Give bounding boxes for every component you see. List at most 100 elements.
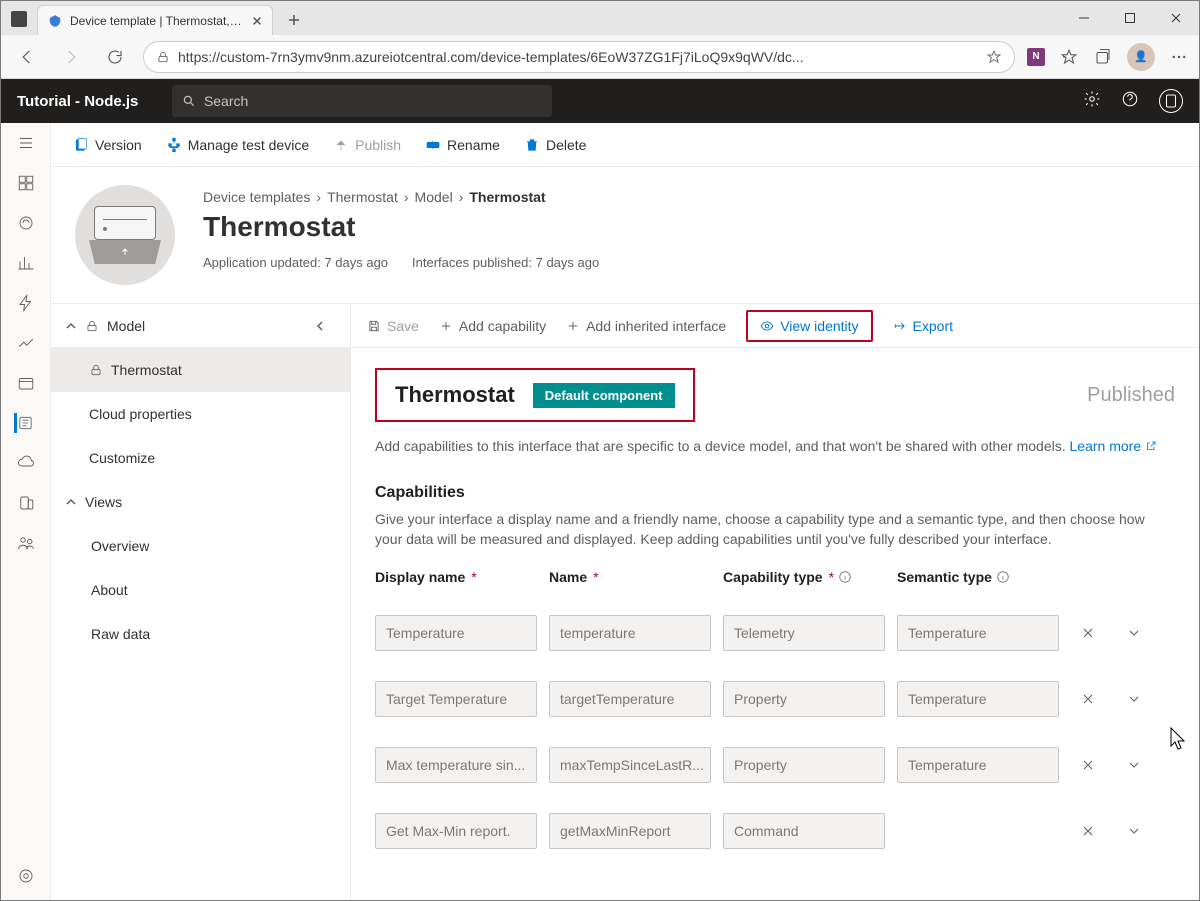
col-semantic-type: Semantic type bbox=[897, 569, 1059, 585]
cap-semantic-field[interactable]: Temperature bbox=[897, 747, 1059, 783]
version-button[interactable]: Version bbox=[73, 137, 142, 153]
tree-view-overview[interactable]: Overview bbox=[51, 524, 350, 568]
cap-display-field[interactable]: Target Temperature bbox=[375, 681, 537, 717]
settings-button[interactable] bbox=[1083, 90, 1101, 113]
capability-row: Temperature temperature Telemetry Temperatu… bbox=[375, 615, 1175, 651]
new-tab-button[interactable] bbox=[285, 11, 303, 29]
info-icon[interactable] bbox=[996, 570, 1010, 584]
rail-export-icon[interactable] bbox=[16, 453, 36, 473]
chevron-up-icon bbox=[65, 496, 77, 508]
tree-view-about[interactable]: About bbox=[51, 568, 350, 612]
rail-analytics-icon[interactable] bbox=[16, 253, 36, 273]
rail-users-icon[interactable] bbox=[16, 533, 36, 553]
crumb-1[interactable]: Thermostat bbox=[327, 189, 398, 205]
cap-type-field[interactable]: Telemetry bbox=[723, 615, 885, 651]
browser-tab[interactable]: Device template | Thermostat, Tu bbox=[37, 5, 273, 35]
maximize-button[interactable] bbox=[1107, 1, 1153, 35]
rail-rules-icon[interactable] bbox=[16, 293, 36, 313]
address-bar: https://custom-7rn3ymv9nm.azureiotcentra… bbox=[1, 35, 1199, 79]
component-title-box: Thermostat Default component bbox=[375, 368, 695, 422]
refresh-button[interactable] bbox=[99, 41, 131, 73]
tab-close-icon[interactable] bbox=[252, 16, 262, 26]
tree-item-thermostat[interactable]: Thermostat bbox=[51, 348, 350, 392]
capability-row: Get Max-Min report. getMaxMinReport Comman… bbox=[375, 813, 1175, 849]
learn-more-link[interactable]: Learn more bbox=[1070, 438, 1157, 454]
cap-name-field[interactable]: maxTempSinceLastR... bbox=[549, 747, 711, 783]
lock-icon bbox=[85, 319, 99, 333]
url-input[interactable]: https://custom-7rn3ymv9nm.azureiotcentra… bbox=[143, 41, 1015, 73]
search-icon bbox=[182, 94, 196, 108]
cap-name-field[interactable]: temperature bbox=[549, 615, 711, 651]
col-capability-type: Capability type* bbox=[723, 569, 885, 585]
rail-jobs-icon[interactable] bbox=[16, 333, 36, 353]
rail-data-icon[interactable] bbox=[16, 373, 36, 393]
command-bar: Version Manage test device Publish Renam… bbox=[51, 123, 1199, 167]
cap-name-field[interactable]: getMaxMinReport bbox=[549, 813, 711, 849]
cap-type-field[interactable]: Command bbox=[723, 813, 885, 849]
rename-button[interactable]: Rename bbox=[425, 137, 500, 153]
tree-item-customize[interactable]: Customize bbox=[51, 436, 350, 480]
rail-menu-icon[interactable] bbox=[16, 133, 36, 153]
cap-display-field[interactable]: Max temperature sin... bbox=[375, 747, 537, 783]
export-button[interactable]: Export bbox=[893, 318, 953, 334]
search-input[interactable]: Search bbox=[172, 85, 552, 117]
more-icon[interactable] bbox=[1169, 47, 1189, 67]
default-component-badge: Default component bbox=[533, 383, 675, 408]
close-window-button[interactable] bbox=[1153, 1, 1199, 35]
app-icon bbox=[11, 11, 27, 27]
add-inherited-button[interactable]: Add inherited interface bbox=[566, 318, 726, 334]
tree-item-cloud-properties[interactable]: Cloud properties bbox=[51, 392, 350, 436]
expand-capability-button[interactable] bbox=[1117, 625, 1151, 641]
cap-semantic-field[interactable]: Temperature bbox=[897, 615, 1059, 651]
remove-capability-button[interactable] bbox=[1071, 823, 1105, 839]
tab-title: Device template | Thermostat, Tu bbox=[70, 14, 244, 28]
main-panel: Save Add capability Add inherited interf… bbox=[351, 304, 1199, 900]
remove-capability-button[interactable] bbox=[1071, 757, 1105, 773]
help-button[interactable] bbox=[1121, 90, 1139, 113]
rail-devices-icon[interactable] bbox=[16, 213, 36, 233]
meta-published: Interfaces published: 7 days ago bbox=[412, 255, 599, 270]
tree-view-raw-data[interactable]: Raw data bbox=[51, 612, 350, 656]
onenote-icon[interactable]: N bbox=[1027, 48, 1045, 66]
cap-name-field[interactable]: targetTemperature bbox=[549, 681, 711, 717]
remove-capability-button[interactable] bbox=[1071, 625, 1105, 641]
tree-root-model[interactable]: Model bbox=[51, 304, 350, 348]
account-badge[interactable] bbox=[1159, 89, 1183, 113]
cap-display-field[interactable]: Temperature bbox=[375, 615, 537, 651]
favorites-icon[interactable] bbox=[1059, 47, 1079, 67]
rail-dashboard-icon[interactable] bbox=[16, 173, 36, 193]
cap-semantic-field[interactable]: Temperature bbox=[897, 681, 1059, 717]
cap-display-field[interactable]: Get Max-Min report. bbox=[375, 813, 537, 849]
expand-capability-button[interactable] bbox=[1117, 691, 1151, 707]
view-identity-button[interactable]: View identity bbox=[746, 310, 872, 342]
collapse-tree-button[interactable] bbox=[304, 320, 336, 332]
app-title: Tutorial - Node.js bbox=[17, 93, 138, 110]
add-capability-button[interactable]: Add capability bbox=[439, 318, 546, 334]
back-button[interactable] bbox=[11, 41, 43, 73]
minimize-button[interactable] bbox=[1061, 1, 1107, 35]
browser-titlebar: Device template | Thermostat, Tu bbox=[1, 1, 1199, 35]
external-link-icon bbox=[1145, 440, 1157, 452]
expand-capability-button[interactable] bbox=[1117, 823, 1151, 839]
cap-type-field[interactable]: Property bbox=[723, 747, 885, 783]
crumb-2[interactable]: Model bbox=[415, 189, 453, 205]
rail-templates-icon[interactable] bbox=[14, 413, 34, 433]
info-icon[interactable] bbox=[838, 570, 852, 584]
rail-settings-icon[interactable] bbox=[16, 866, 36, 886]
published-label: Published bbox=[1087, 384, 1175, 407]
forward-button bbox=[55, 41, 87, 73]
manage-test-device-button[interactable]: Manage test device bbox=[166, 137, 309, 153]
model-toolbar: Save Add capability Add inherited interf… bbox=[351, 304, 1199, 348]
rail-admin-icon[interactable] bbox=[16, 493, 36, 513]
crumb-0[interactable]: Device templates bbox=[203, 189, 310, 205]
cap-type-field[interactable]: Property bbox=[723, 681, 885, 717]
capabilities-heading: Capabilities bbox=[375, 484, 1175, 502]
expand-capability-button[interactable] bbox=[1117, 757, 1151, 773]
profile-avatar[interactable]: 👤 bbox=[1127, 43, 1155, 71]
favorite-icon[interactable] bbox=[986, 49, 1002, 65]
collections-icon[interactable] bbox=[1093, 47, 1113, 67]
delete-button[interactable]: Delete bbox=[524, 137, 586, 153]
tree-item-views[interactable]: Views bbox=[51, 480, 350, 524]
component-description: Add capabilities to this interface that … bbox=[375, 438, 1175, 454]
remove-capability-button[interactable] bbox=[1071, 691, 1105, 707]
